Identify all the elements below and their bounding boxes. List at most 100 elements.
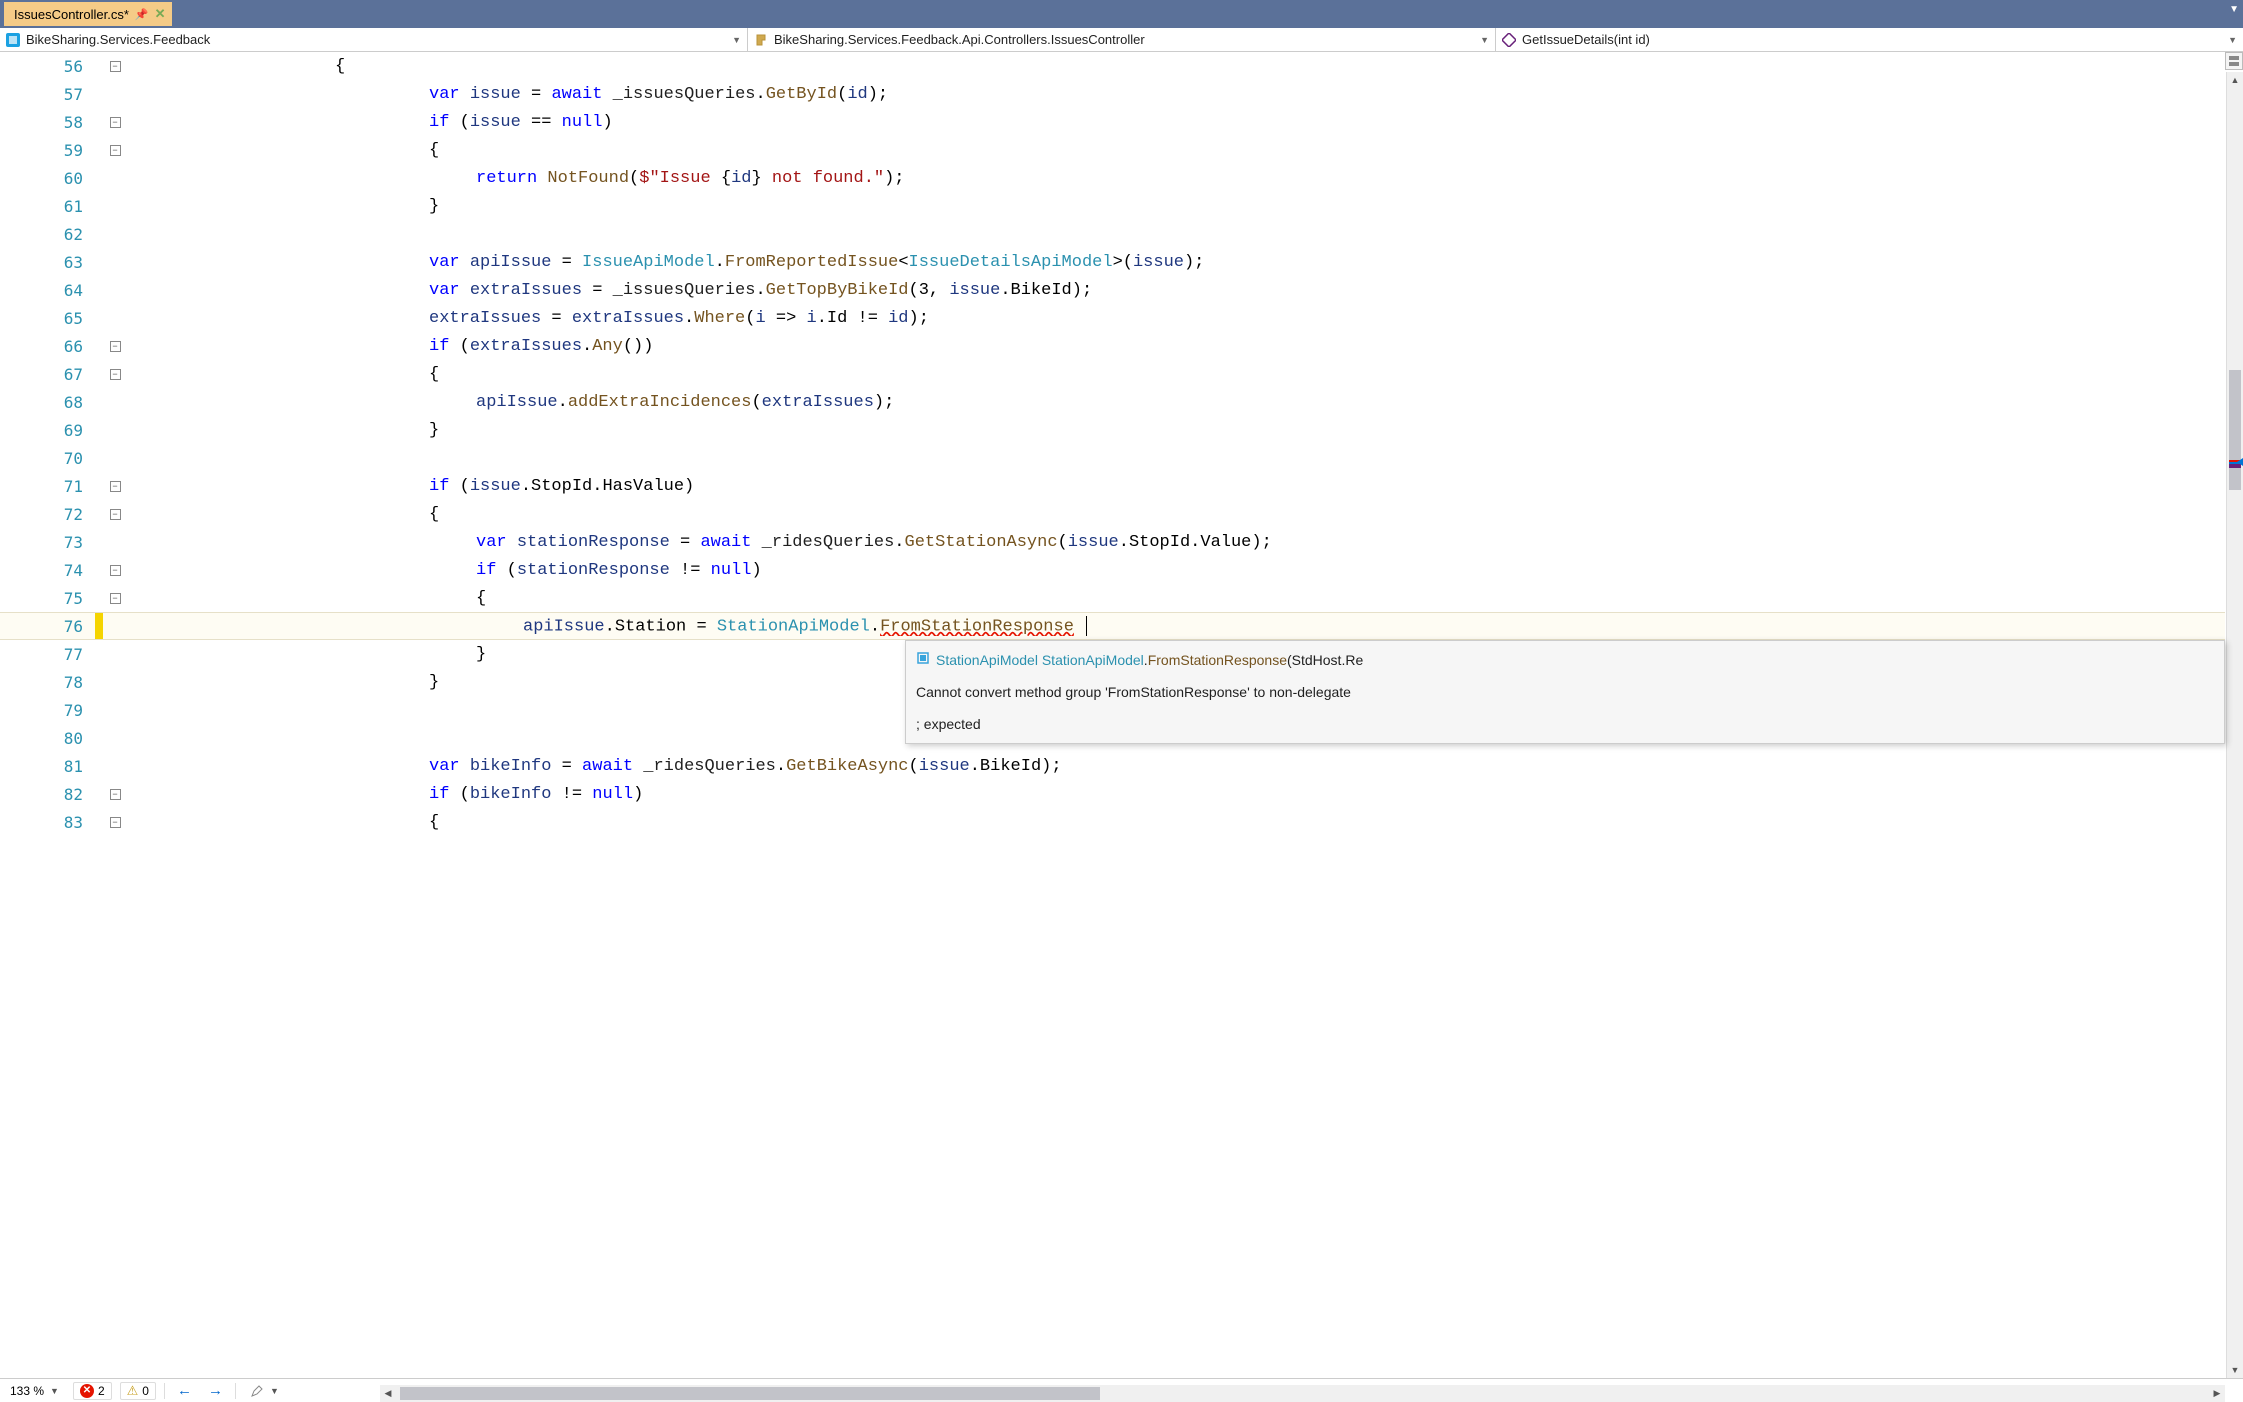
code-line[interactable]: 63var apiIssue = IssueApiModel.FromRepor… xyxy=(0,248,2225,276)
code-line[interactable]: 69} xyxy=(0,416,2225,444)
tooltip-error-1: Cannot convert method group 'FromStation… xyxy=(916,681,2214,703)
horizontal-scrollbar[interactable]: ◀ ▶ xyxy=(380,1385,2225,1402)
code-line[interactable]: 64var extraIssues = _issuesQueries.GetTo… xyxy=(0,276,2225,304)
line-number: 68 xyxy=(0,393,95,412)
code-line[interactable]: 71−if (issue.StopId.HasValue) xyxy=(0,472,2225,500)
annotations-button[interactable]: ▼ xyxy=(244,1384,285,1398)
collapse-icon[interactable]: − xyxy=(110,593,121,604)
code-line[interactable]: 62 xyxy=(0,220,2225,248)
split-editor-button[interactable] xyxy=(2225,52,2243,70)
code-text: { xyxy=(429,813,2225,832)
collapse-icon[interactable]: − xyxy=(110,341,121,352)
scroll-left-arrow-icon[interactable]: ◀ xyxy=(380,1385,396,1402)
code-editor[interactable]: 56−{57var issue = await _issuesQueries.G… xyxy=(0,52,2243,1378)
chevron-down-icon: ▼ xyxy=(732,35,741,45)
code-line[interactable]: 65extraIssues = extraIssues.Where(i => i… xyxy=(0,304,2225,332)
code-line[interactable]: 56−{ xyxy=(0,52,2225,80)
change-indicator xyxy=(95,80,103,108)
code-line[interactable]: 60return NotFound($"Issue {id} not found… xyxy=(0,164,2225,192)
change-indicator xyxy=(95,640,103,668)
collapse-icon[interactable]: − xyxy=(110,817,121,828)
collapse-icon[interactable]: − xyxy=(110,789,121,800)
code-line[interactable]: 61} xyxy=(0,192,2225,220)
navigate-back-button[interactable]: ← xyxy=(173,1382,196,1399)
code-line[interactable]: 83−{ xyxy=(0,808,2225,836)
outline-margin[interactable]: − xyxy=(103,789,127,800)
code-line[interactable]: 75−{ xyxy=(0,584,2225,612)
change-indicator xyxy=(95,613,103,639)
change-indicator xyxy=(95,332,103,360)
outline-margin[interactable]: − xyxy=(103,817,127,828)
line-number: 78 xyxy=(0,673,95,692)
code-line[interactable]: 68apiIssue.addExtraIncidences(extraIssue… xyxy=(0,388,2225,416)
outline-margin[interactable]: − xyxy=(103,369,127,380)
zoom-level[interactable]: 133 % ▼ xyxy=(4,1384,65,1398)
file-tab-active[interactable]: IssuesController.cs* 📌 ✕ xyxy=(4,2,172,26)
code-line[interactable]: 76apiIssue.Station = StationApiModel.Fro… xyxy=(0,612,2225,640)
collapse-icon[interactable]: − xyxy=(110,369,121,380)
pin-icon[interactable]: 📌 xyxy=(135,8,149,21)
line-number: 74 xyxy=(0,561,95,580)
pen-icon xyxy=(250,1384,264,1398)
code-line[interactable]: 70 xyxy=(0,444,2225,472)
warning-count[interactable]: ⚠ 0 xyxy=(120,1382,156,1400)
code-line[interactable]: 57var issue = await _issuesQueries.GetBy… xyxy=(0,80,2225,108)
outline-margin[interactable]: − xyxy=(103,61,127,72)
outline-margin[interactable]: − xyxy=(103,117,127,128)
code-text: var bikeInfo = await _ridesQueries.GetBi… xyxy=(429,757,2225,776)
change-indicator xyxy=(95,136,103,164)
caret-indicator-icon xyxy=(2237,458,2243,466)
change-indicator xyxy=(95,304,103,332)
change-indicator xyxy=(95,528,103,556)
code-line[interactable]: 74−if (stationResponse != null) xyxy=(0,556,2225,584)
line-number: 72 xyxy=(0,505,95,524)
change-indicator xyxy=(95,500,103,528)
namespace-dropdown[interactable]: BikeSharing.Services.Feedback ▼ xyxy=(0,28,748,51)
outline-margin[interactable]: − xyxy=(103,593,127,604)
outline-margin[interactable]: − xyxy=(103,145,127,156)
collapse-icon[interactable]: − xyxy=(110,145,121,156)
outline-margin[interactable]: − xyxy=(103,341,127,352)
chevron-down-icon: ▼ xyxy=(1480,35,1489,45)
code-line[interactable]: 72−{ xyxy=(0,500,2225,528)
outline-margin[interactable]: − xyxy=(103,481,127,492)
code-line[interactable]: 73var stationResponse = await _ridesQuer… xyxy=(0,528,2225,556)
code-line[interactable]: 59−{ xyxy=(0,136,2225,164)
member-dropdown[interactable]: GetIssueDetails(int id) ▼ xyxy=(1496,28,2243,51)
collapse-icon[interactable]: − xyxy=(110,565,121,576)
class-label: BikeSharing.Services.Feedback.Api.Contro… xyxy=(774,32,1474,47)
horizontal-scrollbar-thumb[interactable] xyxy=(400,1387,1100,1400)
collapse-icon[interactable]: − xyxy=(110,481,121,492)
close-icon[interactable]: ✕ xyxy=(155,6,166,22)
line-number: 77 xyxy=(0,645,95,664)
text-caret xyxy=(1086,616,1087,636)
code-line[interactable]: 67−{ xyxy=(0,360,2225,388)
change-indicator xyxy=(95,724,103,752)
class-dropdown[interactable]: BikeSharing.Services.Feedback.Api.Contro… xyxy=(748,28,1496,51)
scrollbar-track[interactable] xyxy=(2227,90,2243,1360)
code-line[interactable]: 66−if (extraIssues.Any()) xyxy=(0,332,2225,360)
vertical-scrollbar[interactable]: ▲ ▼ xyxy=(2226,72,2243,1378)
change-indicator xyxy=(95,164,103,192)
scrollbar-thumb[interactable] xyxy=(2229,370,2241,490)
scroll-right-arrow-icon[interactable]: ▶ xyxy=(2209,1385,2225,1402)
code-text: var extraIssues = _issuesQueries.GetTopB… xyxy=(429,281,2225,300)
scroll-up-arrow-icon[interactable]: ▲ xyxy=(2227,72,2243,88)
code-line[interactable]: 58−if (issue == null) xyxy=(0,108,2225,136)
outline-margin[interactable]: − xyxy=(103,509,127,520)
change-indicator xyxy=(95,780,103,808)
code-line[interactable]: 82−if (bikeInfo != null) xyxy=(0,780,2225,808)
collapse-icon[interactable]: − xyxy=(110,61,121,72)
outline-margin[interactable]: − xyxy=(103,565,127,576)
tab-overflow-chevron-icon[interactable]: ▼ xyxy=(2229,4,2239,15)
navigate-forward-button[interactable]: → xyxy=(204,1382,227,1399)
scroll-down-arrow-icon[interactable]: ▼ xyxy=(2227,1362,2243,1378)
code-line[interactable]: 81var bikeInfo = await _ridesQueries.Get… xyxy=(0,752,2225,780)
line-number: 65 xyxy=(0,309,95,328)
change-indicator xyxy=(95,388,103,416)
collapse-icon[interactable]: − xyxy=(110,509,121,520)
code-text: } xyxy=(429,197,2225,216)
collapse-icon[interactable]: − xyxy=(110,117,121,128)
error-count[interactable]: ✕ 2 xyxy=(73,1382,112,1400)
member-label: GetIssueDetails(int id) xyxy=(1522,32,2222,47)
